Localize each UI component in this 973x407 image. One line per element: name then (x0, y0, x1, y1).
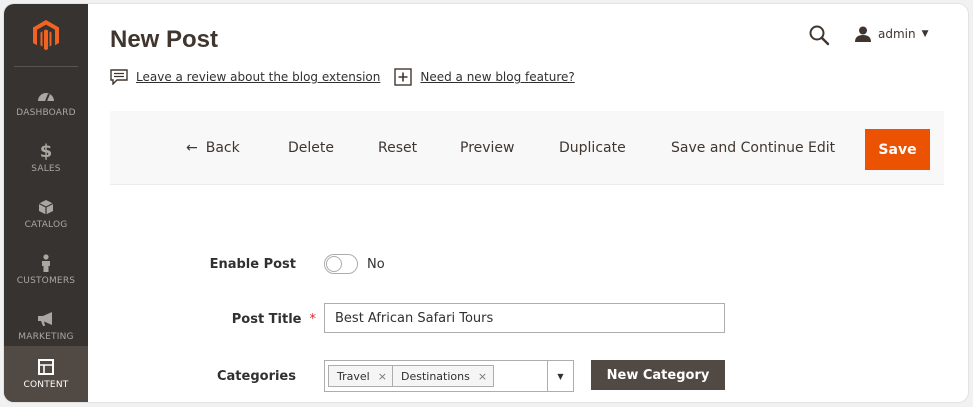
promo-links: Leave a review about the blog extension … (110, 68, 575, 86)
sidebar-item-label: SALES (31, 164, 61, 174)
required-asterisk: * (309, 312, 317, 327)
duplicate-button[interactable]: Duplicate (559, 111, 626, 185)
user-icon (855, 26, 871, 42)
chevron-down-icon: ▼ (921, 29, 929, 39)
reset-button[interactable]: Reset (378, 111, 417, 185)
dollar-icon: $ (39, 140, 53, 162)
admin-window: DASHBOARD $ SALES CATALOG CUSTOMERS MARK… (4, 4, 968, 402)
box-icon (38, 198, 54, 216)
sidebar-item-label: CATALOG (24, 220, 68, 230)
remove-icon[interactable]: × (478, 370, 487, 383)
person-icon (40, 254, 52, 272)
back-button[interactable]: ← Back (186, 111, 240, 185)
plus-box-icon (394, 68, 413, 86)
admin-sidebar: DASHBOARD $ SALES CATALOG CUSTOMERS MARK… (4, 4, 88, 402)
feature-link[interactable]: Need a new blog feature? (420, 70, 574, 84)
categories-select[interactable]: Travel × Destinations × ▼ (324, 360, 574, 392)
enable-post-label: Enable Post (209, 257, 296, 272)
toggle-knob (326, 256, 342, 272)
megaphone-icon (37, 310, 55, 328)
sidebar-item-label: CUSTOMERS (16, 276, 76, 286)
sidebar-item-catalog[interactable]: CATALOG (4, 186, 88, 242)
chevron-down-icon[interactable]: ▼ (547, 361, 573, 391)
magento-logo[interactable] (4, 4, 88, 66)
category-chip-label: Destinations (401, 369, 470, 383)
enable-post-toggle[interactable] (324, 254, 358, 274)
sidebar-item-content[interactable]: CONTENT (4, 346, 88, 402)
preview-button[interactable]: Preview (460, 111, 515, 185)
dashboard-icon (37, 86, 55, 104)
delete-button[interactable]: Delete (288, 111, 334, 185)
post-title-input[interactable]: Best African Safari Tours (324, 303, 725, 333)
sidebar-item-sales[interactable]: $ SALES (4, 130, 88, 186)
sidebar-item-label: MARKETING (18, 332, 74, 342)
layout-icon (38, 358, 54, 376)
category-chip-label: Travel (337, 369, 370, 383)
sidebar-divider (14, 66, 78, 67)
category-chip: Travel × (328, 365, 394, 387)
page-actions: ← Back Delete Reset Preview Duplicate Sa… (110, 111, 944, 185)
page-title: New Post (110, 26, 219, 53)
sidebar-item-label: DASHBOARD (16, 108, 76, 118)
search-icon (809, 25, 830, 46)
back-label: Back (205, 140, 240, 156)
user-menu[interactable]: admin ▼ (854, 26, 929, 42)
post-title-label-text: Post Title (231, 312, 302, 327)
save-and-continue-button[interactable]: Save and Continue Edit (671, 111, 835, 185)
sidebar-item-label: CONTENT (23, 380, 69, 390)
remove-icon[interactable]: × (378, 370, 387, 383)
post-title-label: Post Title * (204, 312, 316, 327)
review-link[interactable]: Leave a review about the blog extension (136, 70, 380, 84)
arrow-left-icon: ← (186, 140, 198, 156)
user-name: admin (878, 27, 916, 41)
sidebar-item-dashboard[interactable]: DASHBOARD (4, 74, 88, 130)
sidebar-item-customers[interactable]: CUSTOMERS (4, 242, 88, 298)
new-category-button[interactable]: New Category (591, 360, 725, 390)
enable-post-value: No (367, 257, 385, 272)
search-button[interactable] (808, 24, 830, 46)
categories-label: Categories (216, 369, 296, 384)
category-chip: Destinations × (392, 365, 495, 387)
save-button[interactable]: Save (865, 129, 930, 170)
comment-icon (110, 68, 128, 86)
